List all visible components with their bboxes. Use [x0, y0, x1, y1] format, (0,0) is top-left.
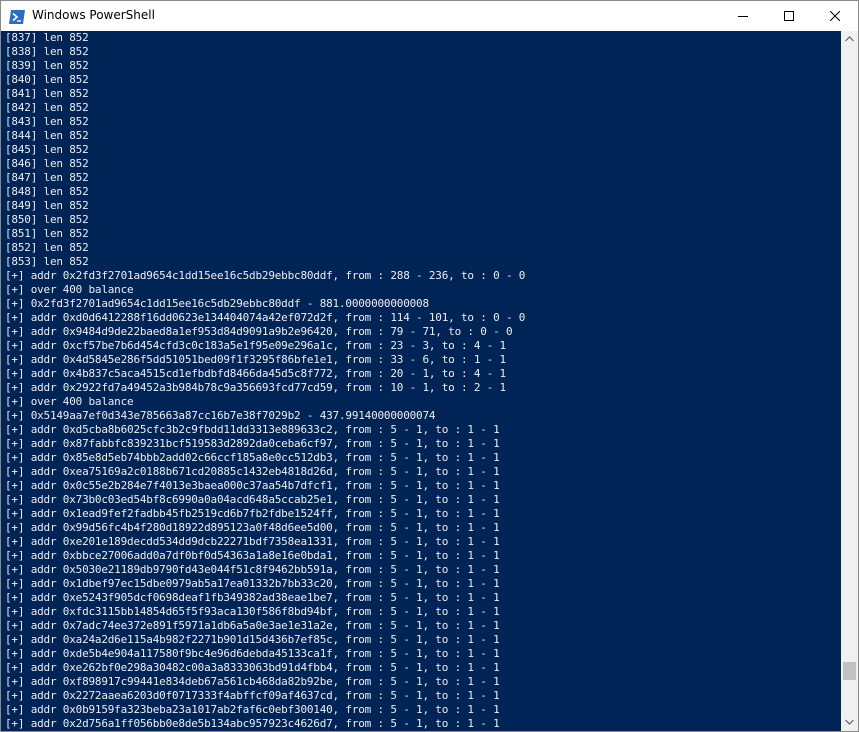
console-lines: [837] len 852 [838] len 852 [839] len 852[… [5, 31, 525, 731]
console-line: [845] len 852 [5, 143, 89, 156]
console-line: [851] len 852 [5, 227, 89, 240]
console-line: [+] addr 0x5030e21189db9790fd43e044f51c8… [5, 563, 500, 576]
console-line: [844] len 852 [5, 129, 89, 142]
console-line: [+] addr 0x2922fd7a49452a3b984b78c9a3566… [5, 381, 506, 394]
console-output[interactable]: [837] len 852 [838] len 852 [839] len 852[… [1, 31, 841, 731]
scrollbar-thumb[interactable] [843, 662, 856, 680]
console-line: [+] addr 0xd5cba8b6025cfc3b2c9fbdd11dd33… [5, 423, 500, 436]
console-line: [848] len 852 [5, 185, 89, 198]
console-line: [+] addr 0xfdc3115bb14854d65f5f93aca130f… [5, 605, 500, 618]
console-line: [+] addr 0x9484d9de22baed8a1ef953d84d909… [5, 325, 513, 338]
powershell-window: Windows PowerShell [837] len 852 [838] le… [0, 0, 859, 732]
console-line: [852] len 852 [5, 241, 89, 254]
console-line: [+] addr 0x2fd3f2701ad9654c1dd15ee16c5db… [5, 269, 526, 282]
console-line: [841] len 852 [5, 87, 89, 100]
console-line: [+] addr 0x4d5845e286f5dd51051bed09f1f32… [5, 353, 506, 366]
console-line: [+] over 400 balance [5, 395, 134, 408]
console-line: [843] len 852 [5, 115, 89, 128]
console-line: [+] over 400 balance [5, 283, 134, 296]
console-line: [+] addr 0xcf57be7b6d454cfd3c0c183a5e1f9… [5, 339, 506, 352]
title-bar[interactable]: Windows PowerShell [1, 1, 858, 31]
console-line: [+] addr 0x0b9159fa323beba23a1017ab2faf6… [5, 703, 500, 716]
console-line: [+] addr 0xf898917c99441e834deb67a561cb4… [5, 675, 500, 688]
console-line: [+] addr 0x99d56fc4b4f280d18922d895123a0… [5, 521, 500, 534]
console-line: [850] len 852 [5, 213, 89, 226]
console-line: [+] addr 0x73b0c03ed54bf8c6990a0a04acd64… [5, 493, 500, 506]
console-line: [+] 0x5149aa7ef0d343e785663a87cc16b7e38f… [5, 409, 436, 422]
minimize-icon [738, 16, 748, 17]
chevron-down-icon [845, 719, 854, 725]
console-line: [838] len 852 [5, 45, 89, 58]
console-line: [+] addr 0x7adc74ee372e891f5971a1db6a5a0… [5, 619, 500, 632]
scroll-down-button[interactable] [841, 714, 858, 731]
console-line: [837] len 852 [5, 31, 89, 44]
console-line: [+] addr 0x85e8d5eb74bbb2add02c66ccf185a… [5, 451, 500, 464]
console-line: [+] addr 0xea75169a2c0188b671cd20885c143… [5, 465, 500, 478]
console-line: [+] addr 0xde5b4e904a117580f9bc4e96d6deb… [5, 647, 500, 660]
console-line: [840] len 852 [5, 73, 89, 86]
scroll-up-button[interactable] [841, 31, 858, 48]
console-line: [842] len 852 [5, 101, 89, 114]
maximize-button[interactable] [766, 1, 812, 31]
console-line: [+] addr 0x2d756a1ff056bb0e8de5b134abc95… [5, 717, 500, 730]
maximize-icon [784, 11, 794, 21]
console-line: [+] addr 0x1ead9fef2fadbb45fb2519cd6b7fb… [5, 507, 500, 520]
console-line: [+] addr 0xe262bf0e298a30482c00a3a833306… [5, 661, 500, 674]
console-line: [+] addr 0x1dbef97ec15dbe0979ab5a17ea013… [5, 577, 500, 590]
console-line: [+] addr 0xe201e189decdd534dd9dcb22271bd… [5, 535, 500, 548]
console-line: [847] len 852 [5, 171, 89, 184]
console-line: [+] addr 0x4b837c5aca4515cd1efbdbfd8466d… [5, 367, 506, 380]
console-line: [849] len 852 [5, 199, 89, 212]
vertical-scrollbar[interactable] [841, 31, 858, 731]
console-line: [+] addr 0xbbce27006add0a7df0bf0d54363a1… [5, 549, 500, 562]
console-line: [846] len 852 [5, 157, 89, 170]
console-line: [839] len 852 [5, 59, 89, 72]
window-title: Windows PowerShell [32, 8, 155, 22]
console-line: [+] addr 0xd0d6412288f16dd0623e134404074… [5, 311, 526, 324]
console-line: [+] addr 0x2272aaea6203d0f0717333f4abffc… [5, 689, 500, 702]
console-line: [853] len 852 [5, 255, 89, 268]
console-line: [+] addr 0x87fabbfc839231bcf519583d2892d… [5, 437, 500, 450]
console-line: [+] 0x2fd3f2701ad9654c1dd15ee16c5db29ebb… [5, 297, 429, 310]
console-line: [+] addr 0x0c55e2b284e7f4013e3baea000c37… [5, 479, 500, 492]
close-button[interactable] [812, 1, 858, 31]
close-icon [830, 11, 840, 21]
console-line: [+] addr 0xa24a2d6e115a4b982f2271b901d15… [5, 633, 500, 646]
chevron-up-icon [845, 36, 854, 42]
powershell-icon[interactable] [9, 9, 25, 24]
minimize-button[interactable] [720, 1, 766, 31]
console-line: [+] addr 0xe5243f905dcf0698deaf1fb349382… [5, 591, 500, 604]
